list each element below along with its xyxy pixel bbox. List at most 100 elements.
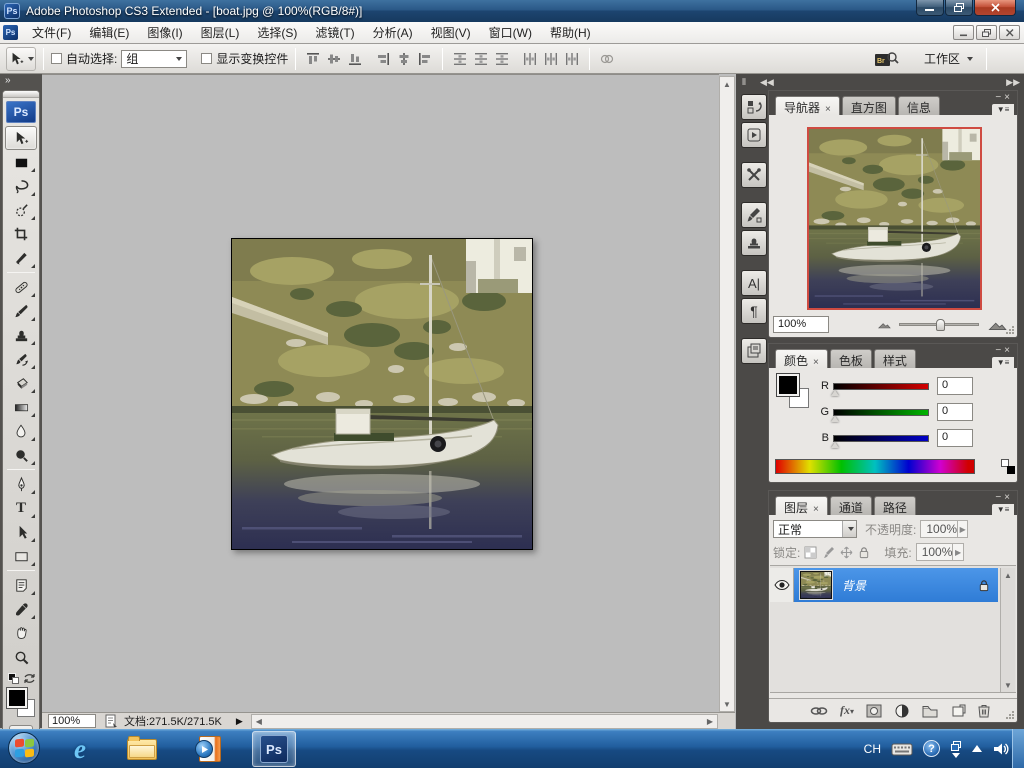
tool-eyedropper[interactable] (5, 597, 37, 621)
swap-colors-control[interactable] (3, 671, 39, 687)
actions-panel-button[interactable] (741, 122, 767, 148)
toolbox-collapse-button[interactable]: » (0, 74, 42, 88)
menu-edit[interactable]: 编辑(E) (80, 21, 138, 44)
tool-slice[interactable] (5, 246, 37, 270)
lock-position-icon[interactable] (840, 546, 853, 559)
doc-close-button[interactable] (999, 25, 1020, 40)
dock-grip[interactable]: ⦀ (742, 77, 747, 88)
tool-rectangular-marquee[interactable] (5, 150, 37, 174)
keyboard-icon[interactable] (891, 742, 913, 756)
close-icon[interactable]: × (825, 104, 831, 115)
align-left-button[interactable] (373, 49, 393, 69)
chevron-right-icon[interactable]: ▶ (957, 521, 967, 537)
taskbar-file-explorer[interactable] (120, 731, 164, 767)
tray-window-icon[interactable] (950, 740, 962, 758)
toolbox-grip[interactable] (3, 91, 39, 98)
distribute-bottom-button[interactable] (492, 49, 512, 69)
go-to-bridge-button[interactable]: Br (872, 48, 902, 70)
tab-channels[interactable]: 通道 (829, 496, 872, 515)
tab-navigator[interactable]: 导航器 × (775, 96, 840, 115)
show-transform-checkbox[interactable] (201, 53, 213, 64)
tool-type[interactable]: T (5, 496, 37, 520)
auto-align-button[interactable] (597, 49, 617, 69)
tool-move[interactable] (5, 126, 37, 150)
scroll-up-arrow[interactable]: ▲ (720, 77, 734, 91)
channel-b-value[interactable]: 0 (937, 429, 973, 447)
doc-restore-button[interactable] (976, 25, 997, 40)
new-layer-icon[interactable] (950, 703, 966, 719)
dock-collapse-icon[interactable]: ◀◀ (760, 77, 774, 88)
tool-healing-brush[interactable] (5, 275, 37, 299)
history-panel-button[interactable] (741, 94, 767, 120)
zoom-in-icon[interactable] (987, 318, 1007, 331)
color-spectrum-ramp[interactable] (775, 459, 975, 474)
help-tray-icon[interactable]: ? (923, 740, 940, 757)
menu-layer[interactable]: 图层(L) (192, 21, 249, 44)
tool-zoom[interactable] (5, 645, 37, 669)
layer-row-background[interactable]: 背景 (770, 568, 998, 602)
align-hcenter-button[interactable] (394, 49, 414, 69)
close-icon[interactable]: × (813, 357, 819, 368)
blend-mode-dropdown[interactable]: 正常 (773, 520, 857, 538)
channel-r-value[interactable]: 0 (937, 377, 973, 395)
panel-minimize-icon[interactable]: − (995, 492, 1004, 503)
auto-select-checkbox[interactable] (51, 53, 62, 64)
paragraph-panel-button[interactable]: ¶ (741, 298, 767, 324)
layer-visibility-toggle[interactable] (770, 568, 794, 602)
scroll-down-arrow[interactable]: ▼ (720, 697, 734, 711)
tool-brush[interactable] (5, 299, 37, 323)
layer-name[interactable]: 背景 (842, 577, 978, 594)
layer-comps-panel-button[interactable] (741, 338, 767, 364)
current-tool-preset[interactable] (6, 46, 36, 71)
document-image-boat[interactable] (231, 238, 533, 550)
foreground-color-swatch[interactable] (6, 687, 28, 709)
brushes-panel-button[interactable] (741, 202, 767, 228)
panel-resize-grip[interactable] (1005, 325, 1015, 335)
lock-transparency-icon[interactable] (804, 546, 817, 559)
layer-list-scrollbar[interactable]: ▲ ▼ (1000, 568, 1015, 692)
distribute-top-button[interactable] (450, 49, 470, 69)
channel-r-slider[interactable] (831, 382, 929, 396)
tool-pen[interactable] (5, 472, 37, 496)
tool-presets-panel-button[interactable] (741, 162, 767, 188)
tool-gradient[interactable] (5, 395, 37, 419)
volume-icon[interactable] (992, 741, 1010, 757)
distribute-right-button[interactable] (562, 49, 582, 69)
maximize-button[interactable] (945, 0, 973, 16)
fill-field[interactable]: 100% ▶ (915, 543, 964, 561)
menu-image[interactable]: 图像(I) (138, 21, 191, 44)
taskbar-media-player[interactable] (186, 731, 230, 767)
clone-source-panel-button[interactable] (741, 230, 767, 256)
scroll-down-arrow[interactable]: ▼ (1001, 678, 1015, 692)
channel-g-slider[interactable] (831, 408, 929, 422)
panel-close-icon[interactable]: × (1004, 492, 1013, 503)
align-vcenter-button[interactable] (324, 49, 344, 69)
slider-thumb[interactable] (831, 441, 839, 448)
tool-shape[interactable] (5, 544, 37, 568)
language-indicator[interactable]: CH (864, 742, 881, 756)
chevron-right-icon[interactable]: ▶ (952, 544, 962, 560)
navigator-zoom-field[interactable]: 100% (773, 315, 829, 333)
doc-minimize-button[interactable] (953, 25, 974, 40)
zoom-out-icon[interactable] (877, 320, 891, 329)
tool-notes[interactable] (5, 573, 37, 597)
tab-histogram[interactable]: 直方图 (841, 96, 896, 115)
align-right-button[interactable] (415, 49, 435, 69)
align-top-button[interactable] (303, 49, 323, 69)
zoom-level-field[interactable]: 100% (48, 714, 96, 728)
vertical-scrollbar[interactable]: ▲ ▼ (719, 76, 735, 712)
lock-all-icon[interactable] (858, 546, 870, 559)
distribute-vcenter-button[interactable] (471, 49, 491, 69)
panel-resize-grip[interactable] (1005, 710, 1015, 720)
tab-paths[interactable]: 路径 (873, 496, 916, 515)
black-swatch[interactable] (1007, 466, 1015, 474)
show-desktop-button[interactable] (1012, 729, 1024, 768)
tool-clone-stamp[interactable] (5, 323, 37, 347)
tab-info[interactable]: 信息 (897, 96, 940, 115)
panel-menu-icon[interactable]: ▼≡ (992, 104, 1014, 117)
character-panel-button[interactable]: A| (741, 270, 767, 296)
tool-quick-selection[interactable] (5, 198, 37, 222)
adjustment-layer-icon[interactable] (894, 703, 910, 719)
distribute-hcenter-button[interactable] (541, 49, 561, 69)
slider-thumb[interactable] (831, 389, 839, 396)
